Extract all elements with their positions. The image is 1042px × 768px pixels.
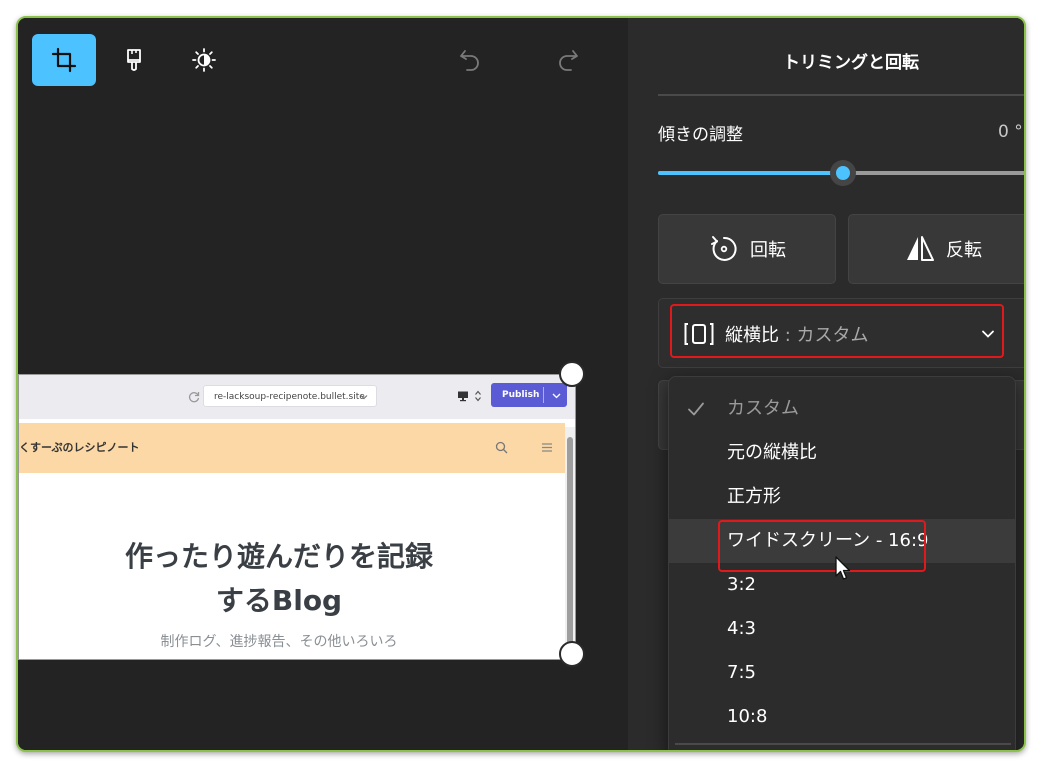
preview-hero-title: 作ったり遊んだりを記録 するBlog: [79, 535, 479, 623]
chevron-down-icon: [552, 393, 561, 399]
menu-item-custom[interactable]: カスタム: [669, 387, 1015, 431]
undo-button[interactable]: [452, 42, 488, 78]
brightness-icon: [192, 48, 216, 72]
rotate-icon: [711, 236, 737, 261]
panel-title: トリミングと回転: [783, 53, 919, 73]
monitor-icon: [458, 391, 468, 402]
menu-item-label: カスタム: [727, 398, 799, 419]
undo-icon: [460, 50, 479, 71]
crop-icon: [51, 47, 77, 73]
menu-item-7-5[interactable]: 7:5: [669, 651, 1015, 695]
preview-publish-button: Publish: [491, 383, 567, 407]
image-preview: re-lacksoup-recipenote.bullet.site Publi…: [18, 374, 576, 660]
preview-publish-label: Publish: [502, 390, 540, 400]
preview-site-header: くすーぷのレシピノート: [19, 423, 565, 473]
hero-title-line-1: 作ったり遊んだりを記録: [124, 540, 433, 573]
menu-item-label: 正方形: [727, 486, 781, 507]
hero-title-line-2: するBlog: [215, 584, 343, 617]
menu-item-original[interactable]: 元の縦横比: [669, 431, 1015, 475]
preview-hero-subtitle: 制作ログ、進捗報告、その他いろいろ: [160, 634, 398, 650]
widescreen-highlight: [718, 520, 926, 572]
preview-site-name: くすーぷのレシピノート: [19, 441, 140, 454]
markup-brush-icon: [127, 49, 141, 71]
check-icon: [688, 402, 704, 416]
redo-button[interactable]: [550, 42, 586, 78]
search-icon: [495, 441, 508, 454]
menu-item-label: 4:3: [727, 618, 756, 639]
flip-icon: [907, 236, 934, 261]
crop-handle-top-right[interactable]: [559, 361, 585, 387]
reload-icon: [188, 392, 200, 403]
flip-button[interactable]: 反転: [848, 214, 1024, 284]
tilt-value: 0 °: [998, 122, 1023, 142]
panel-divider: [658, 94, 1024, 96]
tilt-slider-thumb[interactable]: [830, 160, 856, 186]
rotate-button[interactable]: 回転: [658, 214, 836, 284]
menu-item-10-8[interactable]: 10:8: [669, 695, 1015, 739]
chevron-down-icon: [360, 395, 368, 400]
up-down-icon: [475, 390, 481, 402]
crop-handle-bottom-right[interactable]: [559, 641, 585, 667]
tilt-slider[interactable]: [658, 160, 1024, 186]
preview-url-text: re-lacksoup-recipenote.bullet.site: [214, 392, 365, 402]
preview-browser-bar: re-lacksoup-recipenote.bullet.site Publi…: [19, 375, 575, 419]
preview-scrollbar: [565, 427, 575, 659]
menu-item-label: 10:8: [727, 706, 768, 727]
aspect-ratio-highlight: [670, 304, 1004, 358]
menu-item-label: 元の縦横比: [727, 442, 817, 463]
preview-scroll-thumb: [567, 437, 573, 647]
photos-editor-window: re-lacksoup-recipenote.bullet.site Publi…: [16, 16, 1026, 752]
rotate-label: 回転: [750, 240, 786, 261]
flip-label: 反転: [946, 240, 982, 261]
image-canvas: re-lacksoup-recipenote.bullet.site Publi…: [18, 18, 628, 750]
mouse-pointer-icon: [835, 556, 851, 580]
publish-separator: [543, 387, 544, 403]
markup-tool-button[interactable]: [102, 34, 166, 86]
menu-icon: [542, 443, 552, 452]
tilt-label: 傾きの調整: [658, 125, 743, 145]
menu-divider: [675, 743, 1011, 745]
redo-icon: [559, 50, 578, 71]
menu-item-square[interactable]: 正方形: [669, 475, 1015, 519]
crop-tool-button[interactable]: [32, 34, 96, 86]
tilt-slider-fill: [658, 171, 843, 175]
adjust-tool-button[interactable]: [172, 34, 236, 86]
menu-item-label: 7:5: [727, 662, 756, 683]
preview-url-box: re-lacksoup-recipenote.bullet.site: [203, 385, 377, 407]
menu-item-4-3[interactable]: 4:3: [669, 607, 1015, 651]
